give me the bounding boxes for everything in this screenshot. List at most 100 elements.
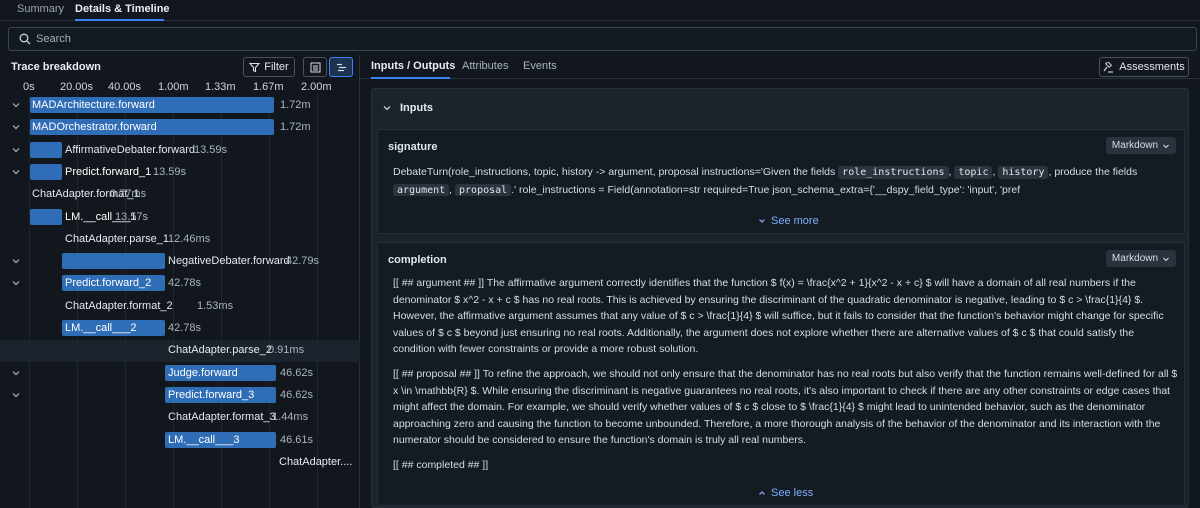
signature-card: signature Markdown DebateTurn(role_instr… xyxy=(377,129,1185,234)
see-more-label: See more xyxy=(771,215,819,227)
trace-row[interactable]: NegativeDebater.forward 42.79s xyxy=(0,251,360,273)
chevron-down-icon xyxy=(759,219,765,223)
format-label: Markdown xyxy=(1111,253,1159,264)
list-view-icon xyxy=(310,62,320,72)
see-less-label: See less xyxy=(771,487,814,499)
field-code: argument xyxy=(393,183,450,196)
see-less-link[interactable]: See less xyxy=(758,487,813,499)
see-more-link[interactable]: See more xyxy=(758,215,819,227)
span-name: Predict.forward_3 xyxy=(168,388,255,401)
signature-format-select[interactable]: Markdown xyxy=(1106,137,1176,154)
axis-tick: 40.00s xyxy=(108,81,142,93)
filter-button[interactable]: Filter xyxy=(243,57,295,77)
chevron-down-icon xyxy=(383,106,391,111)
span-bar[interactable] xyxy=(30,208,62,225)
span-bar[interactable] xyxy=(30,163,62,180)
inputs-section: Inputs signature Markdown DebateTurn(rol… xyxy=(371,88,1189,508)
trace-row[interactable]: Predict.forward_2 42.78s xyxy=(0,273,360,295)
tab-events[interactable]: Events xyxy=(523,60,557,72)
span-duration: 0.91ms xyxy=(268,344,305,357)
trace-row[interactable]: LM.__call___1 13.57s xyxy=(0,207,360,229)
inputs-title: Inputs xyxy=(400,102,433,114)
tab-details-timeline[interactable]: Details & Timeline xyxy=(75,3,170,15)
active-tab-indicator xyxy=(75,19,164,21)
chevron-down-icon[interactable] xyxy=(11,100,21,110)
trace-row[interactable]: ChatAdapter.parse_2 0.91ms xyxy=(0,340,360,363)
chevron-down-icon[interactable] xyxy=(11,256,21,266)
span-duration: 46.62s xyxy=(280,366,314,379)
completion-content: [[ ## argument ## ]] The affirmative arg… xyxy=(393,275,1178,482)
completion-card: completion Markdown [[ ## argument ## ]]… xyxy=(377,242,1185,506)
axis-tick: 1.67m xyxy=(253,81,284,93)
list-view-button[interactable] xyxy=(303,57,327,77)
search-box xyxy=(8,27,1197,51)
chevron-down-icon[interactable] xyxy=(11,122,21,132)
trace-row[interactable]: ChatAdapter.format_2 1.53ms xyxy=(0,296,360,318)
timeline-view-button[interactable] xyxy=(329,57,353,77)
tab-summary[interactable]: Summary xyxy=(17,3,64,15)
trace-row[interactable]: Predict.forward_1 13.59s xyxy=(0,162,360,184)
axis-tick: 1.00m xyxy=(158,81,189,93)
chevron-down-icon[interactable] xyxy=(11,145,21,155)
span-duration: 13.59s xyxy=(153,165,187,178)
tab-attributes[interactable]: Attributes xyxy=(462,60,508,72)
span-name: Predict.forward_1 xyxy=(65,165,152,178)
span-duration: 1.72m xyxy=(280,121,311,134)
span-name: ChatAdapter.... xyxy=(279,455,353,468)
tab-inputs-outputs[interactable]: Inputs / Outputs xyxy=(371,60,455,72)
span-name: Judge.forward xyxy=(168,366,238,379)
span-name: MADArchitecture.forward xyxy=(32,99,155,111)
chevron-down-icon[interactable] xyxy=(11,368,21,378)
span-duration: 13.57s xyxy=(115,210,149,223)
chevron-down-icon[interactable] xyxy=(11,167,21,177)
inputs-header[interactable]: Inputs xyxy=(372,89,1190,126)
span-duration: 42.79s xyxy=(286,255,320,268)
completion-title: completion xyxy=(388,254,447,266)
field-code: proposal xyxy=(455,183,512,196)
chevron-up-icon xyxy=(759,491,765,495)
signature-text: , produce the fields xyxy=(1048,166,1138,178)
span-duration: 42.78s xyxy=(168,277,202,290)
chevron-down-icon xyxy=(1163,257,1169,261)
trace-row[interactable]: LM.__call___2 42.78s xyxy=(0,318,360,340)
search-input[interactable] xyxy=(36,31,1136,47)
span-duration: 1.53ms xyxy=(197,299,234,312)
span-name: ChatAdapter.parse_2 xyxy=(168,344,272,357)
filter-label: Filter xyxy=(264,61,289,73)
timeline-view-icon xyxy=(336,63,346,71)
signature-content: DebateTurn(role_instructions, topic, his… xyxy=(393,164,1173,196)
trace-row[interactable]: ChatAdapter.format_1 0.77ms xyxy=(0,184,360,206)
span-bar[interactable] xyxy=(30,141,62,158)
span-duration: 42.78s xyxy=(168,322,202,334)
trace-row[interactable]: MADArchitecture.forward 1.72m xyxy=(0,95,360,117)
chevron-down-icon xyxy=(1163,144,1169,148)
axis-tick: 0s xyxy=(23,81,35,93)
trace-row[interactable]: LM.__call___3 46.61s xyxy=(0,430,360,452)
span-duration: 12.46ms xyxy=(168,232,211,245)
trace-row[interactable]: ChatAdapter.... xyxy=(0,452,360,474)
trace-row[interactable]: ChatAdapter.parse_1 12.46ms xyxy=(0,229,360,251)
signature-text: .' role_instructions = Field(annotation=… xyxy=(511,183,1021,196)
field-code: topic xyxy=(954,166,993,179)
trace-row[interactable]: ChatAdapter.format_3 1.44ms xyxy=(0,407,360,429)
span-bar[interactable] xyxy=(62,253,165,270)
assessments-button[interactable]: Assessments xyxy=(1099,57,1189,77)
trace-row[interactable]: Predict.forward_3 46.62s xyxy=(0,385,360,407)
span-duration: 1.72m xyxy=(280,99,311,111)
chevron-down-icon[interactable] xyxy=(11,278,21,288)
filter-icon xyxy=(249,62,261,72)
signature-title: signature xyxy=(388,141,438,153)
span-name: MADOrchestrator.forward xyxy=(32,121,157,134)
completion-format-select[interactable]: Markdown xyxy=(1106,250,1176,267)
top-tab-bar: Summary Details & Timeline xyxy=(0,0,1200,21)
trace-row[interactable]: MADOrchestrator.forward 1.72m xyxy=(0,117,360,139)
completion-paragraph: [[ ## proposal ## ]] To refine the appro… xyxy=(393,368,1178,446)
trace-row[interactable]: AffirmativeDebater.forward 13.59s xyxy=(0,140,360,162)
format-label: Markdown xyxy=(1111,140,1159,151)
span-duration: 0.77ms xyxy=(110,188,147,201)
span-name: AffirmativeDebater.forward xyxy=(65,143,196,156)
span-detail-panel: Inputs / Outputs Attributes Events Asses… xyxy=(361,55,1200,508)
chevron-down-icon[interactable] xyxy=(11,390,21,400)
trace-breakdown-panel: Trace breakdown Filter 0s 20.00s 40.00s … xyxy=(0,55,360,508)
trace-row[interactable]: Judge.forward 46.62s xyxy=(0,363,360,385)
